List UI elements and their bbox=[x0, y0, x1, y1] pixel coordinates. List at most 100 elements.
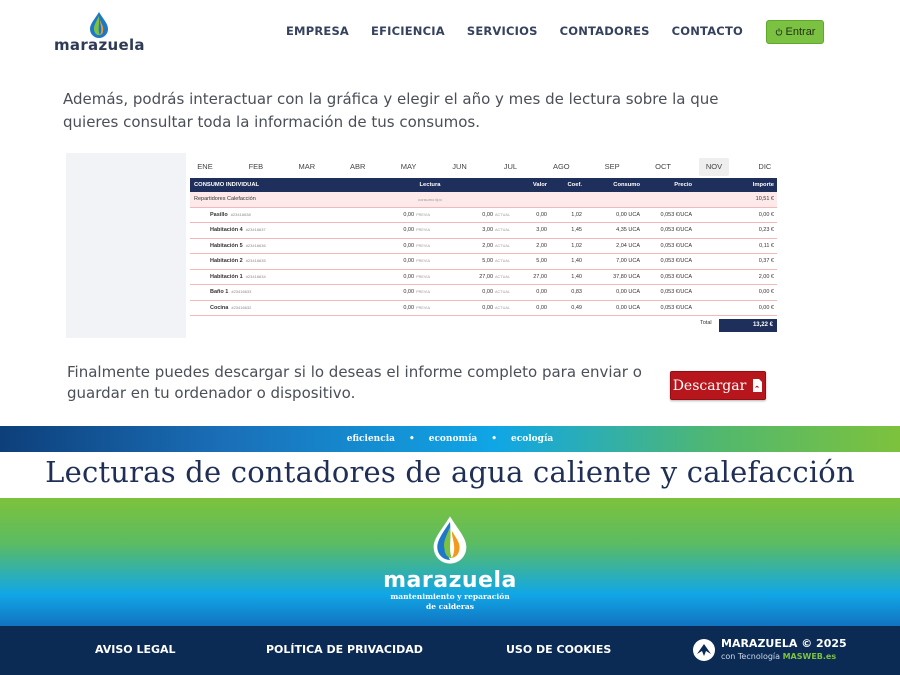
consumo-cell: 37,80 UCA bbox=[585, 269, 643, 285]
power-icon bbox=[775, 28, 782, 36]
meter-code: #23416633 bbox=[231, 289, 252, 295]
room-name: Habitación 2 #23416635 bbox=[190, 253, 340, 270]
tech-credit: con Tecnología MASWEB.es bbox=[721, 652, 861, 661]
valor-cell: 2,00 bbox=[520, 238, 550, 254]
consumo-cell: 2,04 UCA bbox=[585, 238, 643, 254]
col-importe: Importe bbox=[695, 178, 777, 192]
band-ecologia: ecología bbox=[511, 434, 554, 444]
table-header-row: CONSUMO INDIVIDUAL Lectura Valor Coef. C… bbox=[190, 178, 777, 192]
room-label: Habitación 5 bbox=[210, 242, 243, 249]
room-label: Habitación 2 bbox=[210, 258, 243, 265]
importe-cell: 0,00 € bbox=[695, 284, 777, 301]
month-tab-jul[interactable]: JUL bbox=[495, 158, 525, 176]
current-tag: ACTUAL bbox=[495, 212, 510, 217]
month-tab-mar[interactable]: MAR bbox=[292, 158, 322, 176]
report-sidebar bbox=[66, 153, 186, 338]
month-tab-nov[interactable]: NOV bbox=[699, 158, 729, 176]
nav-eficiencia[interactable]: EFICIENCIA bbox=[371, 24, 445, 38]
values-band: eficiencia • economía • ecología bbox=[0, 426, 900, 452]
room-label: Cocina bbox=[210, 304, 229, 311]
current-tag: ACTUAL bbox=[495, 290, 510, 295]
site-logo[interactable]: marazuela bbox=[54, 12, 145, 56]
group-importe: 10,51 € bbox=[695, 192, 777, 208]
nav-contadores[interactable]: CONTADORES bbox=[560, 24, 650, 38]
tech-brand-link[interactable]: MASWEB.es bbox=[783, 652, 837, 661]
month-tab-jun[interactable]: JUN bbox=[445, 158, 475, 176]
month-tab-oct[interactable]: OCT bbox=[648, 158, 678, 176]
previous-tag: PREVIA bbox=[416, 305, 430, 310]
table-row: Pasillo #23416638 0,00 PREVIA 0,00 ACTUAL 0,00… bbox=[190, 207, 777, 223]
total-label: Total bbox=[700, 320, 712, 326]
month-tab-dic[interactable]: DIC bbox=[750, 158, 780, 176]
room-label: Habitación 1 bbox=[210, 273, 243, 280]
room-name: Habitación 5 #23416636 bbox=[190, 238, 340, 254]
table-row: Cocina #23416632 0,00 PREVIA 0,00 ACTUAL 0,00 0… bbox=[190, 300, 777, 316]
month-tab-abr[interactable]: ABR bbox=[343, 158, 373, 176]
total-row: Total 13,22 € bbox=[190, 319, 777, 332]
group-row: Repartidores Calefacción consumo tipo 10… bbox=[190, 192, 777, 208]
month-tab-ago[interactable]: AGO bbox=[546, 158, 576, 176]
importe-cell: 0,00 € bbox=[695, 300, 777, 316]
precio-cell: 0,053 €/UCA bbox=[643, 253, 695, 270]
page-title: Lecturas de contadores de agua caliente … bbox=[45, 455, 855, 489]
consumption-report: ENE FEB MAR ABR MAY JUN JUL AGO SEP OCT NOV DIC CON… bbox=[66, 153, 778, 338]
precio-cell: 0,053 €/UCA bbox=[643, 207, 695, 223]
copyright-text: MARAZUELA © 2025 bbox=[721, 637, 847, 650]
current-tag: ACTUAL bbox=[495, 243, 510, 248]
month-tab-ene[interactable]: ENE bbox=[190, 158, 220, 176]
table-row: Habitación 2 #23416635 0,00 PREVIA 5,00 ACTUA… bbox=[190, 253, 777, 270]
room-label: Habitación 4 bbox=[210, 227, 243, 234]
current-reading: 3,00 bbox=[482, 227, 494, 234]
month-tab-sep[interactable]: SEP bbox=[597, 158, 627, 176]
intro-paragraph: Además, podrás interactuar con la gráfic… bbox=[63, 90, 719, 131]
link-cookies[interactable]: USO DE COOKIES bbox=[506, 643, 611, 656]
precio-cell: 0,053 €/UCA bbox=[643, 222, 695, 239]
download-paragraph: Finalmente puedes descargar si lo deseas… bbox=[67, 363, 642, 402]
valor-cell: 27,00 bbox=[520, 269, 550, 285]
table-row: Habitación 1 #23416634 0,00 PREVIA 27,00 ACTU… bbox=[190, 269, 777, 285]
previous-tag: PREVIA bbox=[416, 228, 430, 233]
previous-tag: PREVIA bbox=[416, 212, 430, 217]
coef-cell: 0,49 bbox=[550, 300, 585, 316]
coef-cell: 1,02 bbox=[550, 238, 585, 254]
col-consumo: Consumo bbox=[585, 178, 643, 192]
room-name: Cocina #23416632 bbox=[190, 300, 340, 316]
current-reading: 5,00 bbox=[482, 258, 494, 265]
current-reading: 0,00 bbox=[482, 289, 494, 296]
nav-contacto[interactable]: CONTACTO bbox=[672, 24, 743, 38]
room-name: Habitación 4 #23416637 bbox=[190, 222, 340, 239]
month-selector: ENE FEB MAR ABR MAY JUN JUL AGO SEP OCT NOV DIC bbox=[190, 158, 778, 176]
nav-servicios[interactable]: SERVICIOS bbox=[467, 24, 538, 38]
month-tab-feb[interactable]: FEB bbox=[241, 158, 271, 176]
reading-cell: 0,00 PREVIA 0,00 ACTUAL bbox=[340, 284, 520, 301]
consumo-cell: 7,00 UCA bbox=[585, 253, 643, 270]
nav-empresa[interactable]: EMPRESA bbox=[286, 24, 349, 38]
precio-cell: 0,053 €/UCA bbox=[643, 300, 695, 316]
link-aviso-legal[interactable]: AVISO LEGAL bbox=[95, 643, 176, 656]
room-label: Baño 1 bbox=[210, 289, 229, 296]
current-tag: ACTUAL bbox=[495, 228, 510, 233]
total-value: 13,22 € bbox=[719, 319, 777, 332]
reading-cell: 0,00 PREVIA 2,00 ACTUAL bbox=[340, 238, 520, 254]
table-row: Habitación 5 #23416636 0,00 PREVIA 2,00 ACTUA… bbox=[190, 238, 777, 254]
coef-cell: 1,02 bbox=[550, 207, 585, 223]
enter-button[interactable]: Entrar bbox=[766, 20, 824, 44]
tagline-line-2: de calderas bbox=[426, 602, 474, 611]
logo-wordmark: marazuela bbox=[54, 36, 145, 54]
room-label: Pasillo bbox=[210, 211, 228, 218]
current-reading: 27,00 bbox=[479, 273, 494, 280]
reading-cell: 0,00 PREVIA 27,00 ACTUAL bbox=[340, 269, 520, 285]
download-button[interactable]: Descargar bbox=[670, 371, 766, 400]
pdf-icon bbox=[753, 379, 763, 392]
table-row: Habitación 4 #23416637 0,00 PREVIA 3,00 ACTUA… bbox=[190, 222, 777, 239]
previous-reading: 0,00 bbox=[403, 211, 415, 218]
previous-tag: PREVIA bbox=[416, 290, 430, 295]
link-privacidad[interactable]: POLÍTICA DE PRIVACIDAD bbox=[266, 643, 423, 656]
month-tab-may[interactable]: MAY bbox=[394, 158, 424, 176]
meter-code: #23416636 bbox=[245, 242, 266, 248]
previous-tag: PREVIA bbox=[416, 243, 430, 248]
table-row: Baño 1 #23416633 0,00 PREVIA 0,00 ACTUAL 0,00 0… bbox=[190, 284, 777, 301]
col-consumo-individual: CONSUMO INDIVIDUAL bbox=[190, 178, 340, 192]
meter-code: #23416635 bbox=[245, 258, 266, 264]
masweb-logo-icon[interactable] bbox=[693, 639, 715, 661]
